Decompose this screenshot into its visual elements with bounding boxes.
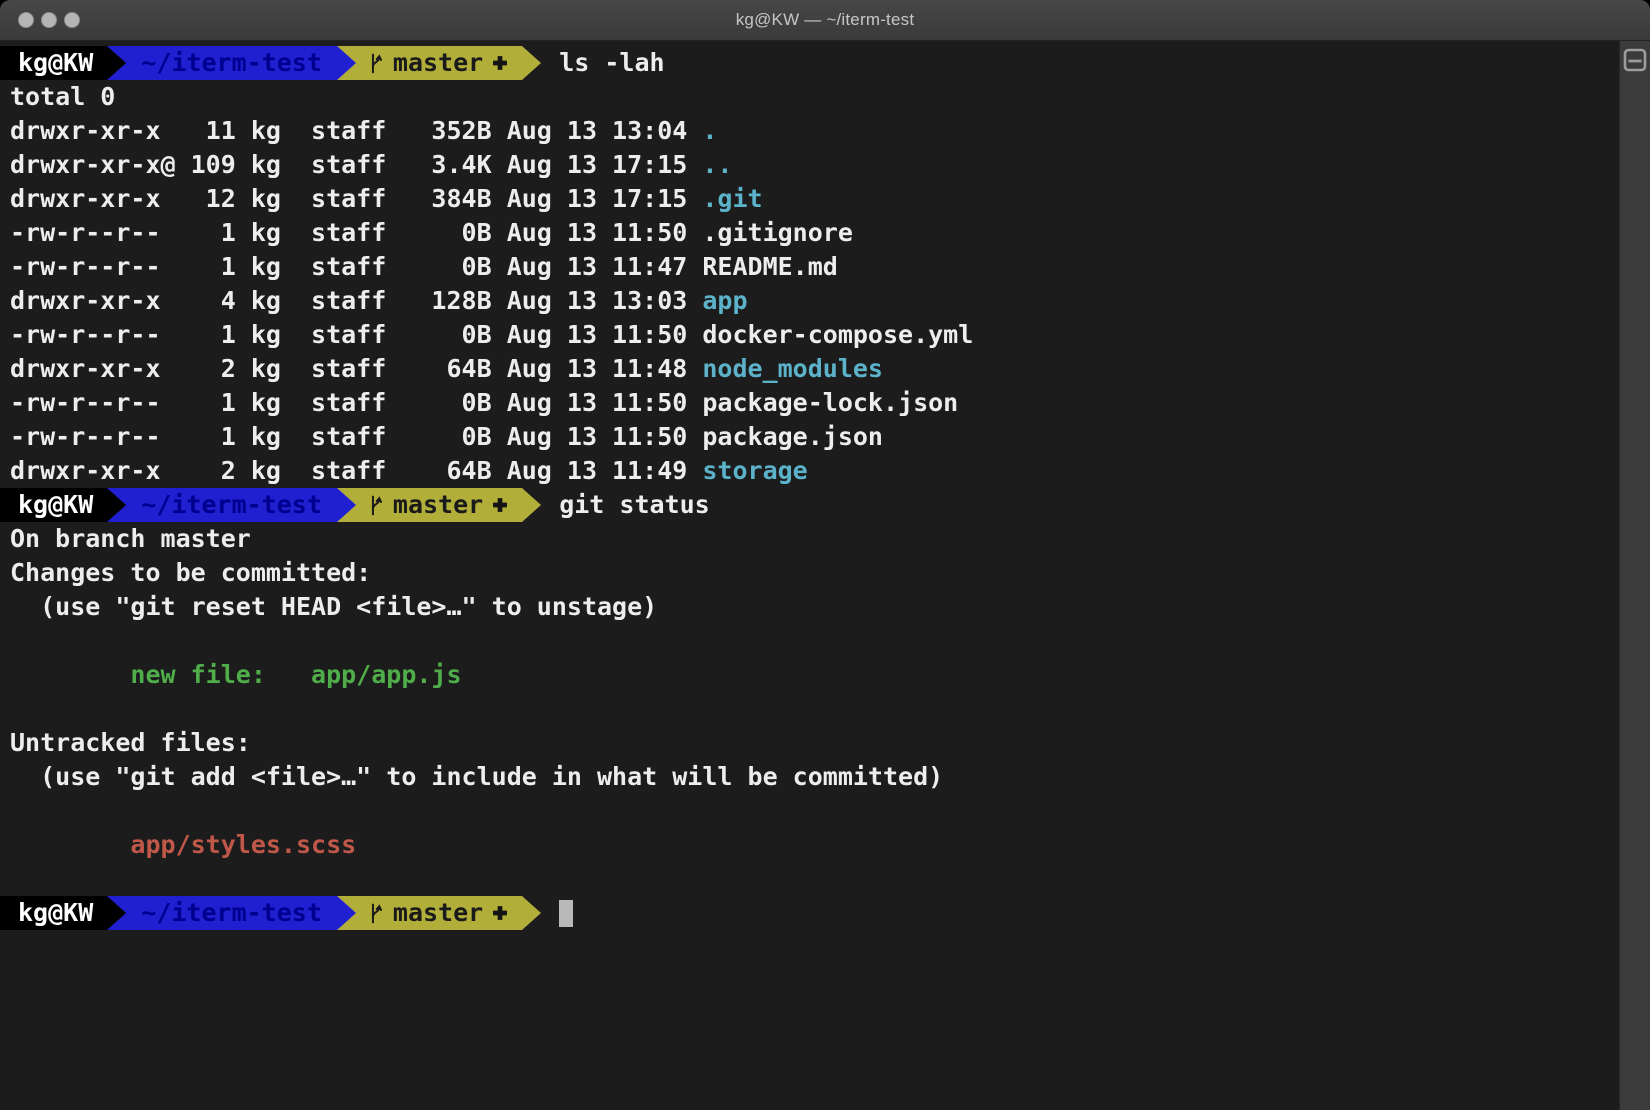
prompt-user-segment: kg@KW xyxy=(0,896,107,930)
directory-name: app xyxy=(702,286,747,315)
prompt-git-segment: master xyxy=(356,896,522,930)
prompt-user-segment: kg@KW xyxy=(0,488,107,522)
close-button[interactable] xyxy=(18,12,34,28)
output-text: (use "git add <file>…" to include in wha… xyxy=(10,762,943,791)
git-branch-icon xyxy=(368,903,384,924)
terminal-line: drwxr-xr-x 2 kg staff 64B Aug 13 11:48 n… xyxy=(0,352,1619,386)
output-text: Changes to be committed: xyxy=(10,558,371,587)
terminal-line: drwxr-xr-x@ 109 kg staff 3.4K Aug 13 17:… xyxy=(0,148,1619,182)
minimize-button[interactable] xyxy=(41,12,57,28)
terminal-line: drwxr-xr-x 4 kg staff 128B Aug 13 13:03 … xyxy=(0,284,1619,318)
prompt-directory-segment: ~/iterm-test xyxy=(126,896,337,930)
terminal-line xyxy=(0,862,1619,896)
output-text: -rw-r--r-- 1 kg staff 0B Aug 13 11:50 pa… xyxy=(10,388,958,417)
terminal-line: -rw-r--r-- 1 kg staff 0B Aug 13 11:50 pa… xyxy=(0,386,1619,420)
plus-icon xyxy=(492,905,508,921)
powerline-separator-icon xyxy=(107,488,126,522)
window-title: kg@KW — ~/iterm-test xyxy=(736,10,915,30)
terminal-line: -rw-r--r-- 1 kg staff 0B Aug 13 11:50 .g… xyxy=(0,216,1619,250)
terminal-line: app/styles.scss xyxy=(0,828,1619,862)
terminal-line: total 0 xyxy=(0,80,1619,114)
output-text: drwxr-xr-x 2 kg staff 64B Aug 13 11:48 xyxy=(10,354,702,383)
terminal-line: (use "git reset HEAD <file>…" to unstage… xyxy=(0,590,1619,624)
prompt-directory-segment: ~/iterm-test xyxy=(126,488,337,522)
terminal-line: -rw-r--r-- 1 kg staff 0B Aug 13 11:50 pa… xyxy=(0,420,1619,454)
terminal-line xyxy=(0,794,1619,828)
untracked-file-text: app/styles.scss xyxy=(10,830,356,859)
output-text: drwxr-xr-x@ 109 kg staff 3.4K Aug 13 17:… xyxy=(10,150,702,179)
directory-name: .git xyxy=(702,184,762,213)
directory-name: node_modules xyxy=(702,354,883,383)
command-text: ls -lah xyxy=(559,46,664,80)
git-branch-name: master xyxy=(393,488,483,522)
terminal-line xyxy=(0,692,1619,726)
output-text: On branch master xyxy=(10,524,251,553)
prompt-git-segment: master xyxy=(356,46,522,80)
powerline-separator-icon xyxy=(337,896,356,930)
powerline-separator-icon xyxy=(107,896,126,930)
titlebar[interactable]: kg@KW — ~/iterm-test xyxy=(0,0,1650,41)
terminal-cursor xyxy=(559,900,573,927)
output-text: -rw-r--r-- 1 kg staff 0B Aug 13 11:50 do… xyxy=(10,320,973,349)
git-branch-icon xyxy=(368,495,384,516)
directory-name: . xyxy=(702,116,717,145)
terminal-output: kg@KW~/iterm-testmasterls -lahtotal 0drw… xyxy=(10,46,1619,930)
scroll-widget-icon[interactable] xyxy=(1623,48,1647,72)
terminal-line: Changes to be committed: xyxy=(0,556,1619,590)
powerline-separator-icon xyxy=(522,46,541,80)
terminal-line: -rw-r--r-- 1 kg staff 0B Aug 13 11:47 RE… xyxy=(0,250,1619,284)
terminal-screen[interactable]: kg@KW ~/iterm-test master ls -lah total 0 drw… xyxy=(0,41,1619,1110)
powerline-separator-icon xyxy=(522,488,541,522)
powerline-separator-icon xyxy=(522,896,541,930)
powerline-separator-icon xyxy=(337,46,356,80)
terminal-window: kg@KW — ~/iterm-test kg@KW ~/iterm-test ma… xyxy=(0,0,1650,1110)
command-text: git status xyxy=(559,488,710,522)
terminal-line: drwxr-xr-x 12 kg staff 384B Aug 13 17:15… xyxy=(0,182,1619,216)
output-text: (use "git reset HEAD <file>…" to unstage… xyxy=(10,592,657,621)
git-branch-icon xyxy=(368,53,384,74)
terminal-line: drwxr-xr-x 11 kg staff 352B Aug 13 13:04… xyxy=(0,114,1619,148)
output-text: -rw-r--r-- 1 kg staff 0B Aug 13 11:50 .g… xyxy=(10,218,853,247)
powerline-separator-icon xyxy=(337,488,356,522)
output-text: drwxr-xr-x 4 kg staff 128B Aug 13 13:03 xyxy=(10,286,702,315)
plus-icon xyxy=(492,55,508,71)
git-branch-name: master xyxy=(393,896,483,930)
traffic-lights xyxy=(18,0,80,40)
prompt-line: kg@KW ~/iterm-test master ls -lah xyxy=(0,46,1619,80)
output-text: total 0 xyxy=(10,82,115,111)
output-text: drwxr-xr-x 12 kg staff 384B Aug 13 17:15 xyxy=(10,184,702,213)
output-text: drwxr-xr-x 2 kg staff 64B Aug 13 11:49 xyxy=(10,456,702,485)
terminal-line: new file: app/app.js xyxy=(0,658,1619,692)
prompt-user-segment: kg@KW xyxy=(0,46,107,80)
output-text: drwxr-xr-x 11 kg staff 352B Aug 13 13:04 xyxy=(10,116,702,145)
staged-file-text: new file: app/app.js xyxy=(10,660,462,689)
terminal-line: Untracked files: xyxy=(0,726,1619,760)
directory-name: .. xyxy=(702,150,732,179)
terminal-line: (use "git add <file>…" to include in wha… xyxy=(0,760,1619,794)
git-branch-name: master xyxy=(393,46,483,80)
output-text: -rw-r--r-- 1 kg staff 0B Aug 13 11:50 pa… xyxy=(10,422,883,451)
powerline-separator-icon xyxy=(107,46,126,80)
scrollbar-track[interactable] xyxy=(1619,41,1650,1110)
prompt-git-segment: master xyxy=(356,488,522,522)
output-text: -rw-r--r-- 1 kg staff 0B Aug 13 11:47 RE… xyxy=(10,252,838,281)
terminal-line: On branch master xyxy=(0,522,1619,556)
prompt-line: kg@KW ~/iterm-test master xyxy=(0,896,1619,930)
terminal-line xyxy=(0,624,1619,658)
terminal-line: drwxr-xr-x 2 kg staff 64B Aug 13 11:49 s… xyxy=(0,454,1619,488)
terminal-line: -rw-r--r-- 1 kg staff 0B Aug 13 11:50 do… xyxy=(0,318,1619,352)
output-text: Untracked files: xyxy=(10,728,251,757)
prompt-directory-segment: ~/iterm-test xyxy=(126,46,337,80)
prompt-line: kg@KW ~/iterm-test master git status xyxy=(0,488,1619,522)
zoom-button[interactable] xyxy=(64,12,80,28)
plus-icon xyxy=(492,497,508,513)
directory-name: storage xyxy=(702,456,807,485)
